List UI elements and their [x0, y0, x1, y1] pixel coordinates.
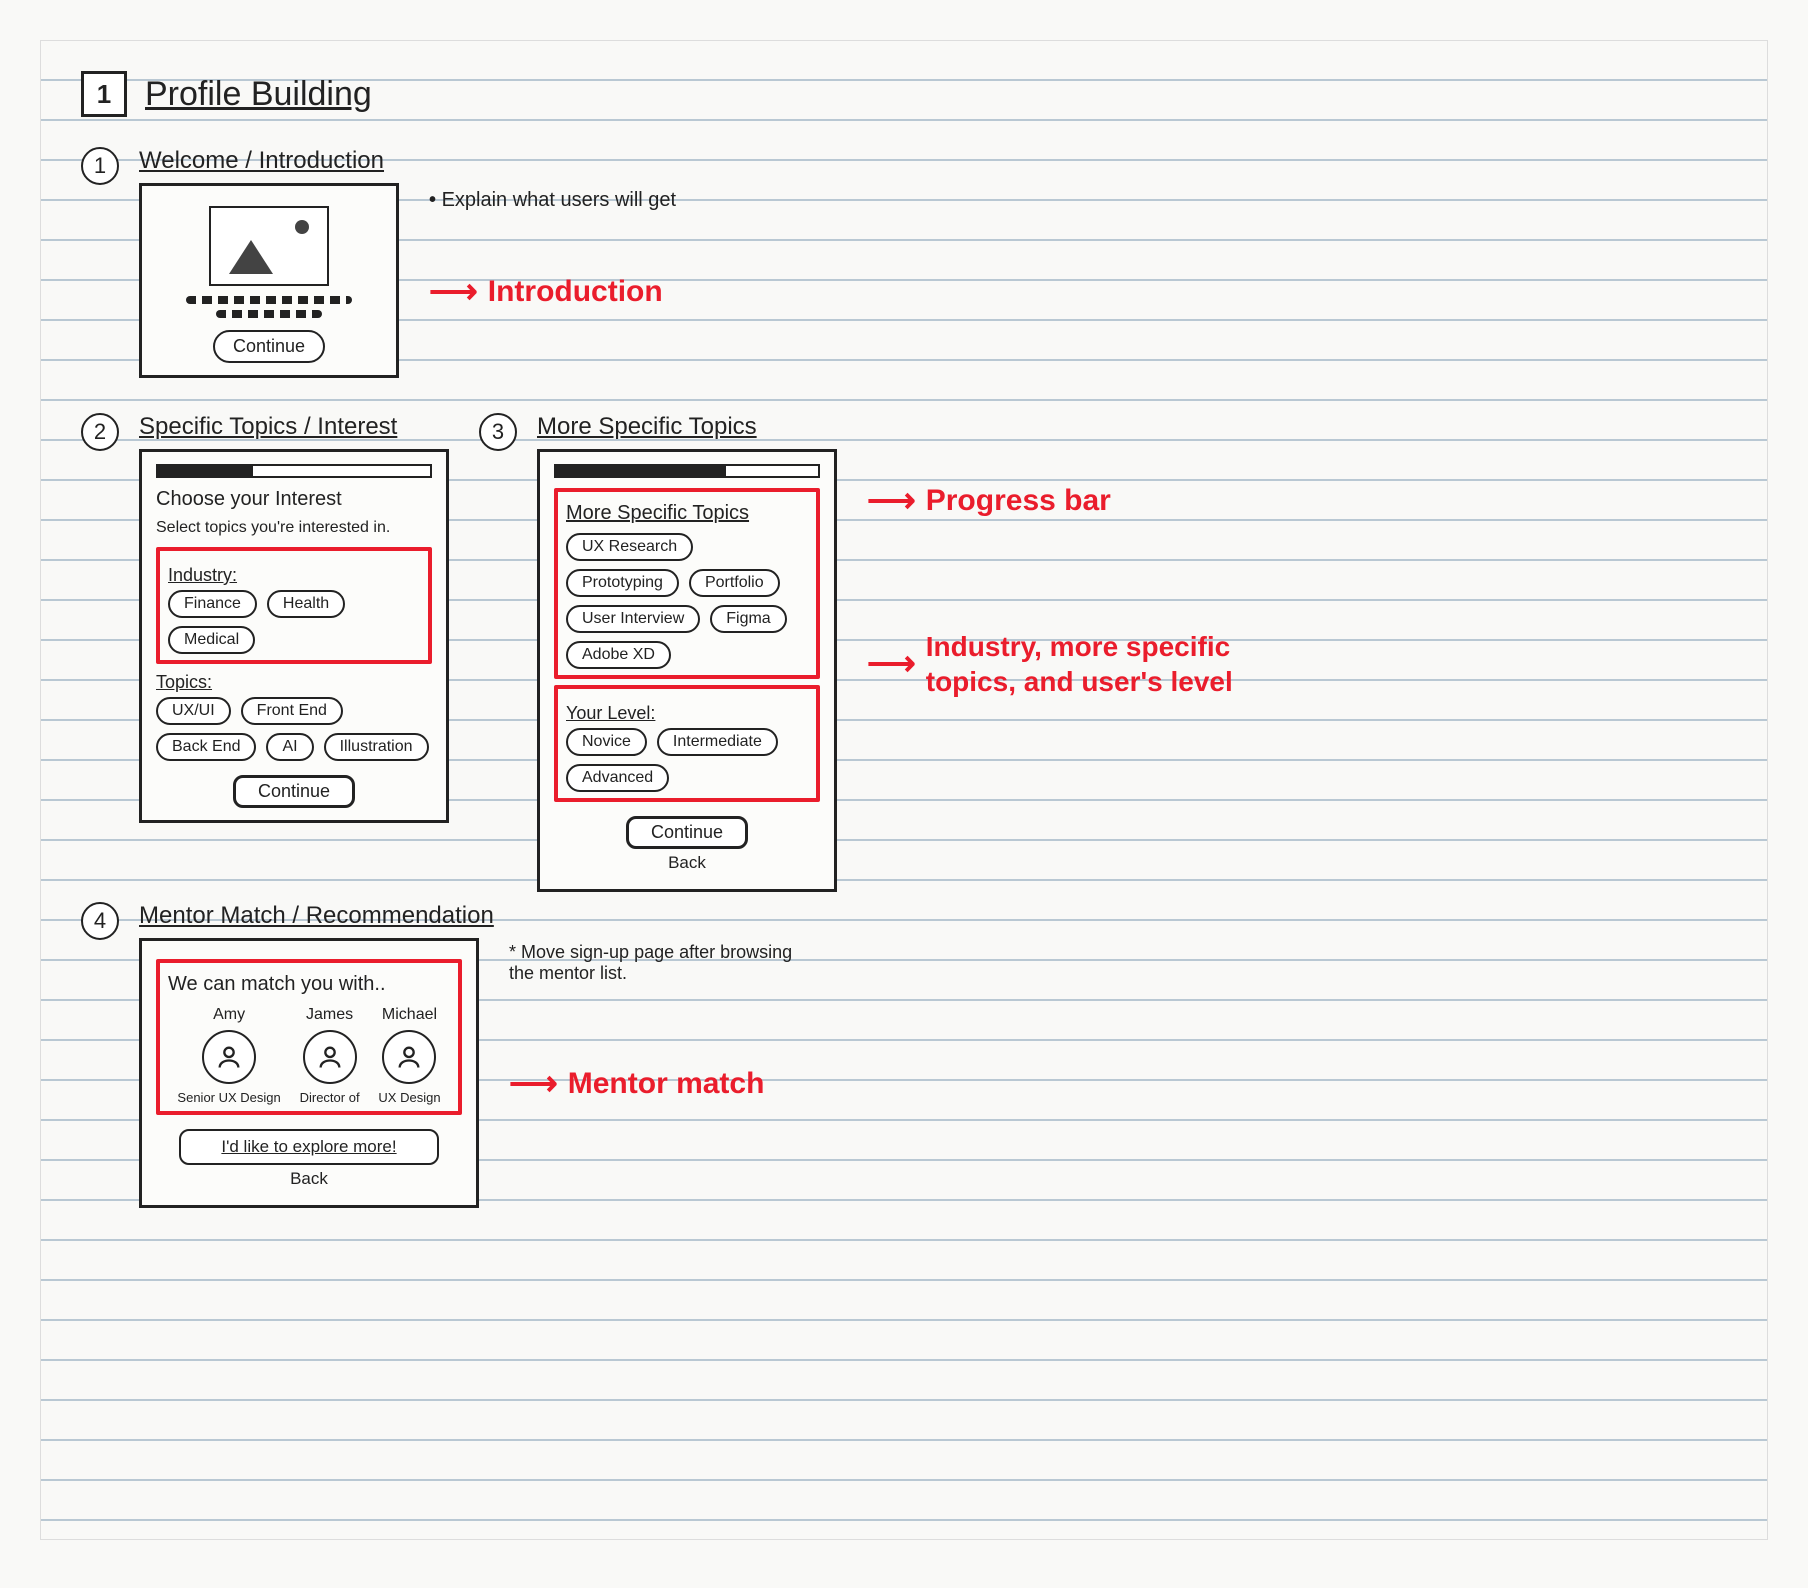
chip-industry[interactable]: Finance — [168, 590, 257, 618]
chip-topic[interactable]: Illustration — [324, 733, 429, 761]
step4-title: Mentor Match / Recommendation — [139, 902, 809, 930]
mentor-name: James — [300, 1006, 360, 1024]
chip-more-topic[interactable]: Adobe XD — [566, 641, 671, 669]
page-title: Profile Building — [145, 75, 372, 114]
chip-more-topic[interactable]: UX Research — [566, 533, 693, 561]
step-number-3: 3 — [479, 413, 517, 451]
step-number-2: 2 — [81, 413, 119, 451]
text-line-icon — [186, 296, 352, 304]
mentor-name: Michael — [378, 1006, 440, 1024]
chip-level[interactable]: Intermediate — [657, 728, 778, 756]
step-number-4: 4 — [81, 902, 119, 940]
more-topics-heading: More Specific Topics — [566, 502, 808, 525]
chip-more-topic[interactable]: Portfolio — [689, 569, 780, 597]
annotation-progress-bar: Progress bar — [926, 484, 1111, 518]
more-topics-highlight-box: More Specific Topics UX Research Prototy… — [554, 488, 820, 679]
continue-button[interactable]: Continue — [213, 330, 325, 363]
step3-title: More Specific Topics — [537, 413, 837, 441]
mentor-frame: We can match you with.. Amy Senior UX De… — [139, 938, 479, 1208]
chip-topic[interactable]: Back End — [156, 733, 256, 761]
chip-industry[interactable]: Health — [267, 590, 345, 618]
progress-bar — [156, 464, 432, 478]
mentor-highlight-box: We can match you with.. Amy Senior UX De… — [156, 959, 462, 1115]
chip-topic[interactable]: AI — [266, 733, 313, 761]
annotation-mentor-match: Mentor match — [568, 1067, 765, 1101]
chip-more-topic[interactable]: Prototyping — [566, 569, 679, 597]
avatar-icon — [382, 1030, 436, 1084]
step2-title: Specific Topics / Interest — [139, 413, 449, 441]
welcome-frame: Continue — [139, 183, 399, 378]
mentor-heading: We can match you with.. — [168, 973, 450, 996]
step1-title: Welcome / Introduction — [139, 147, 1727, 175]
mentor-role: Senior UX Design — [177, 1090, 280, 1105]
mentor-role: Director of — [300, 1090, 360, 1105]
annotation-industry-level: Industry, more specific topics, and user… — [926, 629, 1246, 699]
arrow-right-icon: ⟶ — [429, 272, 474, 312]
mentor-card[interactable]: Amy Senior UX Design — [177, 1006, 280, 1105]
mentor-card[interactable]: Michael UX Design — [378, 1006, 440, 1105]
industry-label: Industry: — [168, 565, 420, 586]
chip-level[interactable]: Novice — [566, 728, 647, 756]
interest-hint: Select topics you're interested in. — [156, 519, 432, 537]
more-topics-frame: More Specific Topics UX Research Prototy… — [537, 449, 837, 892]
continue-button[interactable]: Continue — [626, 816, 748, 849]
interest-heading: Choose your Interest — [156, 488, 432, 511]
text-line-icon — [216, 310, 322, 318]
progress-fill — [158, 466, 253, 476]
industry-highlight-box: Industry: Finance Health Medical — [156, 547, 432, 664]
welcome-note: Explain what users will get — [429, 189, 676, 212]
topics-label: Topics: — [156, 672, 432, 693]
page-number-badge: 1 — [81, 71, 127, 117]
chip-level[interactable]: Advanced — [566, 764, 669, 792]
arrow-right-icon: ⟶ — [509, 1064, 554, 1104]
arrow-right-icon: ⟶ — [867, 481, 912, 521]
arrow-right-icon: ⟶ — [867, 644, 912, 684]
progress-bar — [554, 464, 820, 478]
mentor-name: Amy — [177, 1006, 280, 1024]
chip-more-topic[interactable]: User Interview — [566, 605, 700, 633]
chip-more-topic[interactable]: Figma — [710, 605, 786, 633]
level-highlight-box: Your Level: Novice Intermediate Advanced — [554, 685, 820, 802]
continue-button[interactable]: Continue — [233, 775, 355, 808]
chip-topic[interactable]: Front End — [241, 697, 343, 725]
back-link[interactable]: Back — [156, 1169, 462, 1189]
step-number-1: 1 — [81, 147, 119, 185]
image-placeholder-icon — [209, 206, 329, 286]
annotation-introduction: Introduction — [488, 275, 663, 309]
chip-topic[interactable]: UX/UI — [156, 697, 231, 725]
chip-industry[interactable]: Medical — [168, 626, 255, 654]
mentor-role: UX Design — [378, 1090, 440, 1105]
avatar-icon — [202, 1030, 256, 1084]
mentor-footnote: Move sign-up page after browsing the men… — [509, 942, 809, 984]
progress-fill — [556, 466, 726, 476]
level-label: Your Level: — [566, 703, 808, 724]
back-link[interactable]: Back — [554, 853, 820, 873]
explore-more-button[interactable]: I'd like to explore more! — [179, 1129, 439, 1165]
interest-frame: Choose your Interest Select topics you'r… — [139, 449, 449, 823]
mentor-card[interactable]: James Director of — [300, 1006, 360, 1105]
avatar-icon — [303, 1030, 357, 1084]
